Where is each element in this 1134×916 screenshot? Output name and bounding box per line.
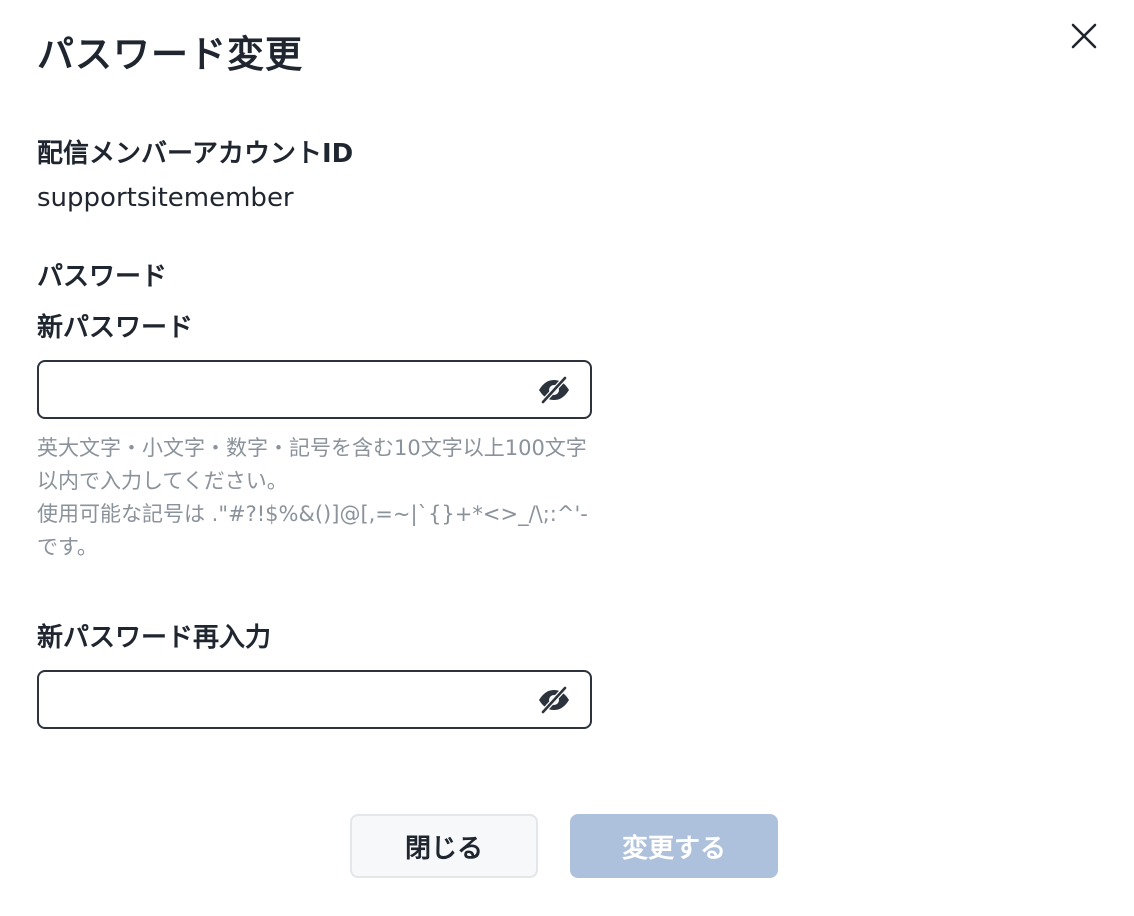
hint-length-rule: 英大文字・小文字・数字・記号を含む10文字以上100文字以内で入力してください。 bbox=[37, 436, 587, 493]
new-password-label: 新パスワード bbox=[37, 313, 194, 343]
new-password-field bbox=[37, 360, 592, 419]
password-change-dialog: パスワード変更 配信メンバーアカウントID supportsitemember … bbox=[0, 0, 1134, 916]
eye-slash-icon bbox=[539, 686, 569, 714]
password-requirements-hint: 英大文字・小文字・数字・記号を含む10文字以上100文字以内で入力してください。… bbox=[37, 432, 597, 564]
password-section-label: パスワード bbox=[37, 262, 168, 292]
dialog-title: パスワード変更 bbox=[37, 33, 303, 76]
eye-slash-icon bbox=[539, 376, 569, 404]
close-button[interactable] bbox=[1064, 16, 1104, 56]
confirm-password-label: 新パスワード再入力 bbox=[37, 623, 272, 653]
confirm-password-visibility-toggle[interactable] bbox=[536, 686, 572, 714]
account-id-label: 配信メンバーアカウントID bbox=[37, 139, 354, 169]
close-icon bbox=[1071, 23, 1097, 49]
close-dialog-button[interactable]: 閉じる bbox=[350, 814, 538, 878]
account-id-value: supportsitemember bbox=[37, 183, 294, 213]
change-password-button[interactable]: 変更する bbox=[570, 814, 778, 878]
confirm-password-field bbox=[37, 670, 592, 729]
new-password-visibility-toggle[interactable] bbox=[536, 376, 572, 404]
hint-symbol-rule: 使用可能な記号は ."#?!$%&()]@[,=~|`{}+*<>_/\;:^'… bbox=[37, 502, 588, 559]
confirm-password-input[interactable] bbox=[53, 672, 537, 729]
new-password-input[interactable] bbox=[53, 362, 537, 419]
